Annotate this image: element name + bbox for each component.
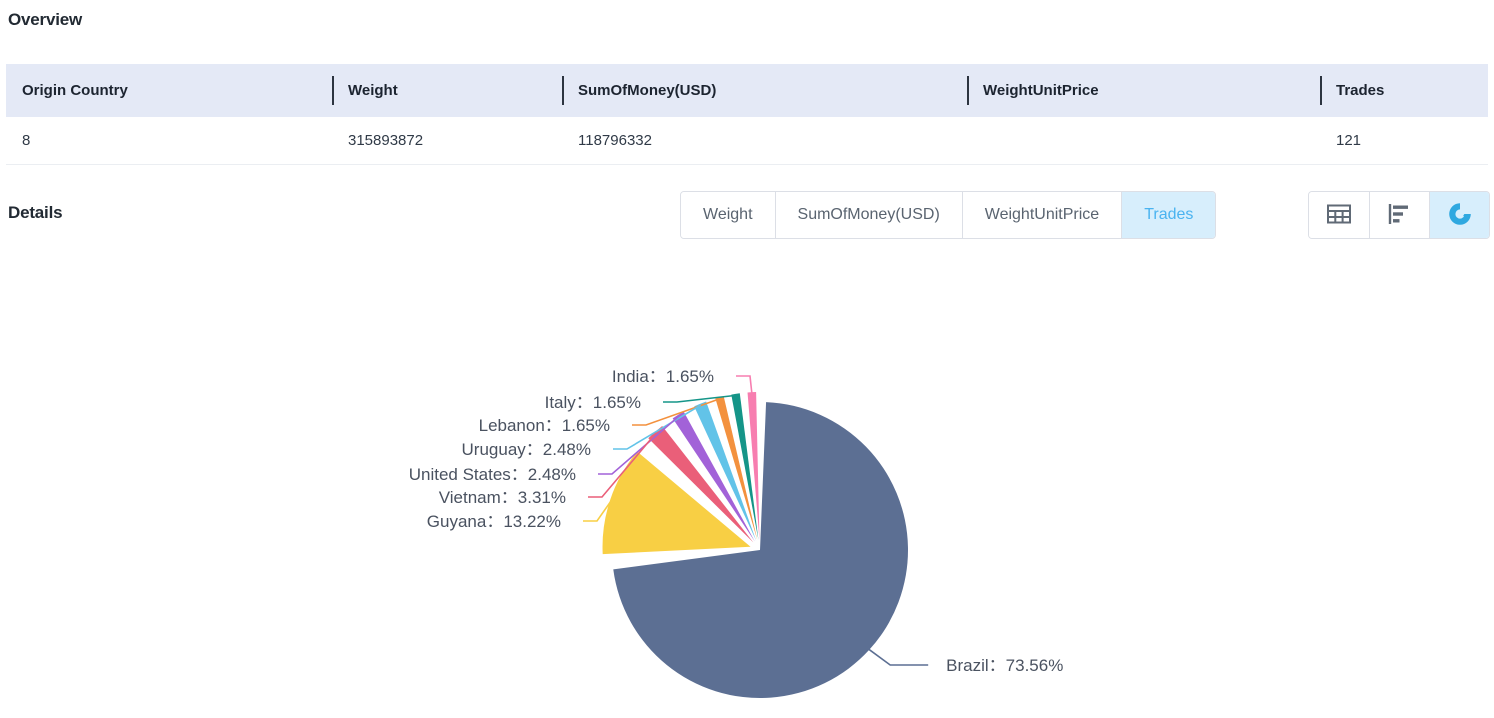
bar-chart-view-button[interactable]: [1369, 192, 1429, 238]
tab-weight[interactable]: Weight: [681, 192, 775, 238]
overview-table: Origin Country Weight SumOfMoney(USD) We…: [6, 64, 1488, 165]
column-header-sumofmoney[interactable]: SumOfMoney(USD): [562, 64, 967, 117]
metric-toggle-group: Weight SumOfMoney(USD) WeightUnitPrice T…: [680, 191, 1217, 239]
cell-trades: 121: [1320, 117, 1488, 165]
pie-label: India：1.65%: [612, 367, 714, 386]
pie-label: Italy：1.65%: [545, 393, 641, 412]
pie-label: Vietnam：3.31%: [439, 488, 566, 507]
pie-slice[interactable]: [747, 392, 760, 541]
view-mode-group: [1308, 191, 1490, 239]
table-view-icon: [1327, 204, 1351, 227]
pie-chart-view-icon: [1447, 201, 1473, 230]
pie-chart-container: India：1.65% Italy：1.65% Lebanon：1.65% Urugu…: [0, 250, 1494, 718]
column-header-weight[interactable]: Weight: [332, 64, 562, 117]
column-header-weightunitprice[interactable]: WeightUnitPrice: [967, 64, 1320, 117]
cell-sumofmoney: 118796332: [562, 117, 967, 165]
pie-slice-group: [602, 392, 909, 698]
pie-leader-line: [867, 648, 929, 666]
cell-origin-country: 8: [6, 117, 332, 165]
page-title: Overview: [8, 10, 83, 29]
pie-leader-line: [663, 394, 736, 403]
cell-weightunitprice: [967, 117, 1320, 165]
cell-weight: 315893872: [332, 117, 562, 165]
tab-weightunitprice[interactable]: WeightUnitPrice: [961, 192, 1122, 238]
tab-trades[interactable]: Trades: [1121, 192, 1216, 238]
table-row: 8 315893872 118796332 121: [6, 117, 1488, 165]
pie-leader-line: [736, 375, 753, 394]
column-header-trades[interactable]: Trades: [1320, 64, 1488, 117]
pie-chart-view-button[interactable]: [1429, 192, 1489, 238]
pie-label: Uruguay：2.48%: [462, 440, 591, 459]
tab-sumofmoney[interactable]: SumOfMoney(USD): [774, 192, 962, 238]
pie-label: Lebanon：1.65%: [479, 416, 610, 435]
details-title: Details: [8, 203, 63, 222]
pie-label: Brazil：73.56%: [946, 656, 1063, 675]
bar-chart-view-icon: [1388, 203, 1412, 228]
table-view-button[interactable]: [1309, 192, 1369, 238]
pie-chart[interactable]: India：1.65% Italy：1.65% Lebanon：1.65% Urugu…: [0, 250, 1494, 718]
column-header-origin-country[interactable]: Origin Country: [6, 64, 332, 117]
table-header-row: Origin Country Weight SumOfMoney(USD) We…: [6, 64, 1488, 117]
pie-label: Guyana：13.22%: [427, 512, 561, 531]
pie-label: United States：2.48%: [409, 465, 576, 484]
